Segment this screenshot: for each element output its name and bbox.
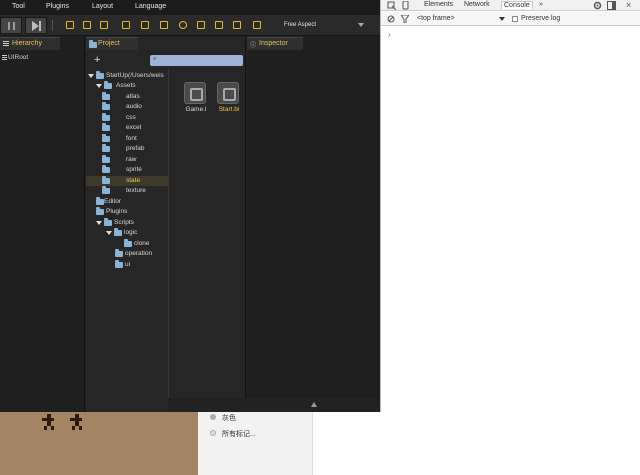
asset-game[interactable]: Game.l: [181, 82, 211, 122]
pause-bar-icon: [8, 22, 10, 30]
search-input[interactable]: ⌕: [150, 55, 243, 66]
step-icon: [32, 21, 41, 31]
cloud-icon[interactable]: [197, 21, 205, 29]
rect-icon[interactable]: [141, 21, 149, 29]
chevron-down-icon: [88, 74, 94, 78]
folder-icon: [115, 260, 123, 268]
bottom-bar: [168, 398, 380, 412]
aspect-dropdown[interactable]: Free Aspect: [284, 22, 316, 28]
chevron-down-icon: [96, 84, 102, 88]
move-icon[interactable]: [83, 21, 91, 29]
character-sprite: [42, 414, 54, 430]
folder-icon: [102, 144, 110, 152]
menu-language[interactable]: Language: [135, 3, 166, 10]
folder-icon: [102, 165, 110, 173]
add-button[interactable]: +: [94, 54, 100, 66]
menu-layout[interactable]: Layout: [92, 3, 113, 10]
folder-icon: [102, 123, 110, 131]
asset-start[interactable]: Start.bi: [214, 82, 244, 122]
folder-icon: [96, 71, 104, 79]
character-sprite: [70, 414, 82, 430]
folder-icon: [102, 176, 110, 184]
gear-icon[interactable]: [593, 1, 602, 10]
list-icon: [2, 55, 7, 60]
tree-item-selected[interactable]: state: [86, 176, 169, 186]
menu-plugins[interactable]: Plugins: [46, 3, 69, 10]
grid-icon[interactable]: [66, 21, 74, 29]
scale-icon[interactable]: [100, 21, 108, 29]
folder-icon: [96, 207, 104, 215]
folder-icon: [96, 197, 104, 205]
device-icon[interactable]: [402, 1, 409, 10]
hierarchy-panel: Hierarchy UIRoot: [0, 37, 85, 412]
page-background: [312, 412, 640, 475]
folder-icon: [102, 92, 110, 100]
inspector-panel: ⓘ Inspector: [247, 37, 380, 412]
tab-inspector[interactable]: ⓘ Inspector: [247, 37, 303, 50]
scene-file-icon: [184, 82, 206, 104]
frame-select[interactable]: <top frame>: [417, 15, 455, 22]
preserve-log-label: Preserve log: [521, 15, 561, 22]
filter-icon[interactable]: [401, 15, 409, 23]
step-button[interactable]: [25, 17, 47, 34]
list-icon: [3, 41, 9, 46]
close-icon[interactable]: ×: [626, 0, 631, 10]
folder-icon: [114, 228, 122, 236]
tab-network[interactable]: Network: [464, 1, 490, 8]
folder-icon: [115, 249, 123, 257]
chevron-down-icon: [106, 231, 112, 235]
tab-more[interactable]: »: [539, 1, 543, 8]
tab-project[interactable]: Project: [86, 37, 138, 50]
preserve-log-checkbox[interactable]: [512, 16, 518, 22]
options-panel: [198, 412, 312, 475]
devtools-tabbar: Elements Network Console » ×: [381, 0, 640, 11]
check-icon[interactable]: [160, 21, 168, 29]
search-icon: ⌕: [153, 56, 157, 62]
folder-icon: [102, 102, 110, 110]
chevron-down-icon: [358, 23, 364, 27]
chevron-down-icon: [499, 17, 505, 21]
text-icon[interactable]: [122, 21, 130, 29]
info-icon: ⓘ: [250, 43, 257, 49]
console-toolbar: <top frame> Preserve log: [381, 12, 640, 26]
dock-icon[interactable]: [607, 1, 616, 10]
chevron-up-icon[interactable]: [311, 402, 317, 407]
folder-icon: [104, 81, 112, 89]
pause-button[interactable]: [0, 17, 22, 34]
clear-icon[interactable]: [387, 15, 395, 23]
folder-icon: [102, 134, 110, 142]
settings-icon[interactable]: [253, 21, 261, 29]
folder-icon: [102, 186, 110, 194]
sliders-icon[interactable]: [233, 21, 241, 29]
scene-view: [0, 412, 198, 475]
tab-elements[interactable]: Elements: [424, 1, 453, 8]
inspect-icon[interactable]: [387, 1, 396, 10]
radio-icon: [210, 430, 216, 436]
devtools-panel: Elements Network Console » × <top frame>…: [380, 0, 640, 412]
menu-tool[interactable]: Tool: [12, 3, 25, 10]
box-icon[interactable]: [215, 21, 223, 29]
chevron-down-icon: [96, 221, 102, 225]
face-icon[interactable]: [179, 21, 187, 29]
folder-icon: [124, 239, 132, 247]
project-panel: Project + ⌕ StartUp(/Users/weis Assets a…: [86, 37, 246, 439]
console-prompt[interactable]: ›: [388, 30, 391, 39]
radio-icon: [210, 414, 216, 420]
project-tree: StartUp(/Users/weis Assets atlas audio c…: [86, 69, 169, 439]
folder-icon: [102, 155, 110, 163]
scene-file-icon: [217, 82, 239, 104]
tab-console[interactable]: Console: [501, 1, 533, 9]
menubar: Tool Plugins Layout Language: [0, 0, 380, 15]
tab-hierarchy[interactable]: Hierarchy: [0, 37, 60, 50]
pause-bar-icon: [13, 22, 15, 30]
folder-icon: [89, 40, 97, 48]
unity-editor: Tool Plugins Layout Language Free Aspect: [0, 0, 380, 439]
folder-icon: [104, 218, 112, 226]
toolbar-divider: [52, 20, 53, 31]
folder-icon: [102, 113, 110, 121]
toolbar: Free Aspect: [0, 15, 380, 36]
